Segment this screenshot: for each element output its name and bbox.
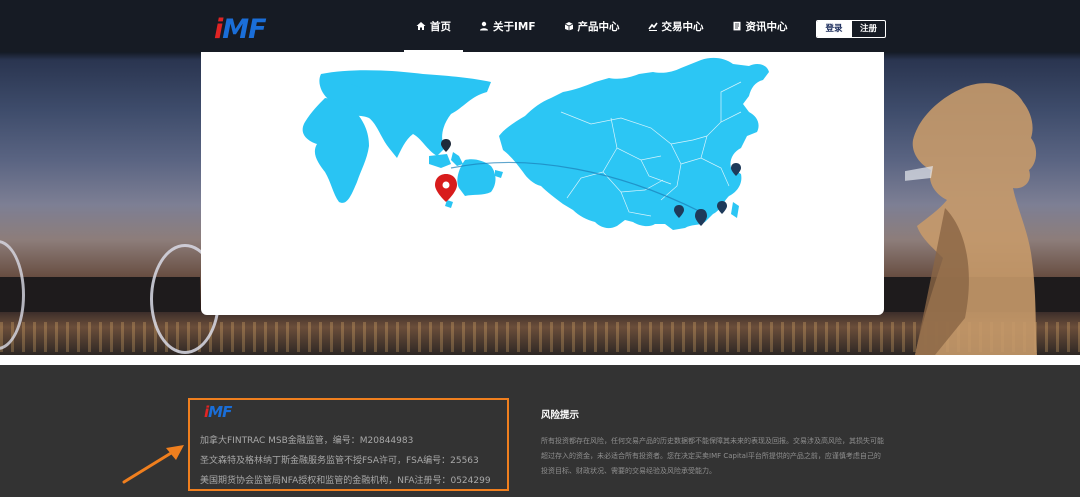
regulation-line: 美国期货协会监管局NFA授权和监管的金融机构，NFA注册号：0524299 <box>200 476 491 486</box>
auth-buttons: 登录 注册 <box>816 20 886 38</box>
main-nav: 首页 关于IMF 产品中心 交易中心 资讯中心 <box>402 0 802 52</box>
nav-item-about[interactable]: 关于IMF <box>465 0 550 52</box>
merlion-statue <box>905 83 1037 355</box>
trade-icon <box>647 22 658 31</box>
map-pin-icon <box>717 201 727 214</box>
nav-item-news[interactable]: 资讯中心 <box>718 0 802 52</box>
regulation-line: 加拿大FINTRAC MSB金融监管，编号：M20844983 <box>200 436 414 446</box>
footer-separator <box>0 355 1080 365</box>
top-navbar: iMF 首页 关于IMF 产品中心 交易中心 资讯中心 登录 注册 <box>0 0 1080 52</box>
nav-item-products[interactable]: 产品中心 <box>550 0 634 52</box>
box-icon <box>564 22 573 31</box>
world-map-graphic <box>302 57 769 231</box>
footer-imf-logo: iMF <box>204 403 232 421</box>
china-map <box>499 57 769 231</box>
risk-warning-text: 所有投资都存在风险，任何交易产品的历史数据都不能保障其未来的表现及回报。交易涉及… <box>541 437 884 475</box>
regulation-line: 圣文森特及格林纳丁斯金融服务监管不授FSA许可，FSA编号：25563 <box>200 456 479 466</box>
map-card <box>201 52 884 315</box>
annotation-arrow-icon <box>122 445 184 484</box>
risk-warning-title: 风险提示 <box>541 410 580 421</box>
home-icon <box>416 22 426 30</box>
imf-logo[interactable]: iMF <box>214 14 267 45</box>
nav-item-home[interactable]: 首页 <box>402 0 465 52</box>
pin-center <box>442 181 450 189</box>
register-button[interactable]: 注册 <box>851 21 885 37</box>
user-icon <box>480 21 488 31</box>
nav-item-trading[interactable]: 交易中心 <box>634 0 718 52</box>
navbar-inner: iMF 首页 关于IMF 产品中心 交易中心 资讯中心 登录 注册 <box>200 0 886 52</box>
news-icon <box>733 21 741 31</box>
login-button[interactable]: 登录 <box>817 21 851 37</box>
world-map <box>302 70 503 208</box>
regulation-info-box: iMF 加拿大FINTRAC MSB金融监管，编号：M20844983 圣文森特… <box>188 398 509 491</box>
